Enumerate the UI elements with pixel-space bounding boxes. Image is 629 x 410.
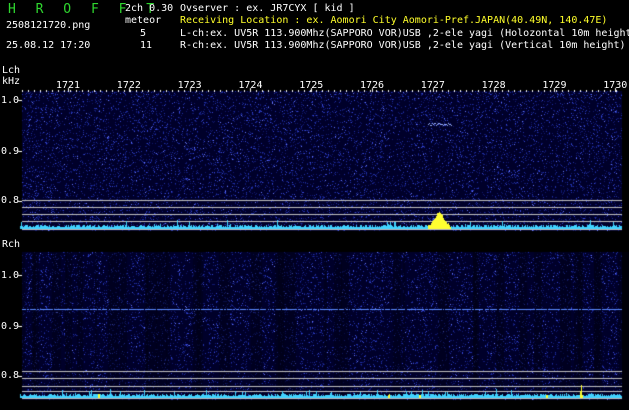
rch-tick-1-0: 1.0 xyxy=(1,270,20,281)
time-label-1724: 1724 xyxy=(238,80,263,91)
rch-meteor-count: 11 xyxy=(139,40,152,51)
file-name: 2508121720.png xyxy=(6,20,91,31)
meteor-label: meteor xyxy=(125,15,162,26)
time-label-1726: 1726 xyxy=(360,80,385,91)
rch-tick-0-8: 0.8 xyxy=(1,370,20,381)
time-label-1729: 1729 xyxy=(542,80,567,91)
rch-tick-0-9: 0.9 xyxy=(1,321,20,332)
spectrogram-canvas xyxy=(0,0,629,410)
time-label-1722: 1722 xyxy=(116,80,141,91)
time-label-1723: 1723 xyxy=(177,80,202,91)
time-label-1728: 1728 xyxy=(481,80,506,91)
lch-tick-0-8: 0.8 xyxy=(1,195,20,206)
datetime: 25.08.12 17:20 xyxy=(6,40,91,51)
lch-info-line: L-ch:ex. UV5R 113.900Mhz(SAPPORO VOR)USB… xyxy=(180,28,629,39)
time-label-1730: 1730 xyxy=(603,80,628,91)
time-label-1721: 1721 xyxy=(56,80,81,91)
rch-info-line: R-ch:ex. UV5R 113.900Mhz(SAPPORO VOR)USB… xyxy=(180,40,626,51)
lch-tick-0-9: 0.9 xyxy=(1,146,20,157)
lch-unit: kHz xyxy=(2,76,21,87)
lch-meteor-count: 5 xyxy=(139,28,146,39)
rch-label: Rch xyxy=(2,239,21,250)
location-line: Receiving Location : ex. Aomori City Aom… xyxy=(180,15,608,26)
time-label-1727: 1727 xyxy=(420,80,445,91)
lch-tick-1-0: 1.0 xyxy=(1,95,20,106)
lch-label: Lch xyxy=(2,65,21,76)
observer-line: Ovserver : ex. JR7CYX [ kid ] xyxy=(180,3,355,14)
version-label: 2ch 0.30 xyxy=(125,3,174,14)
time-label-1725: 1725 xyxy=(299,80,324,91)
